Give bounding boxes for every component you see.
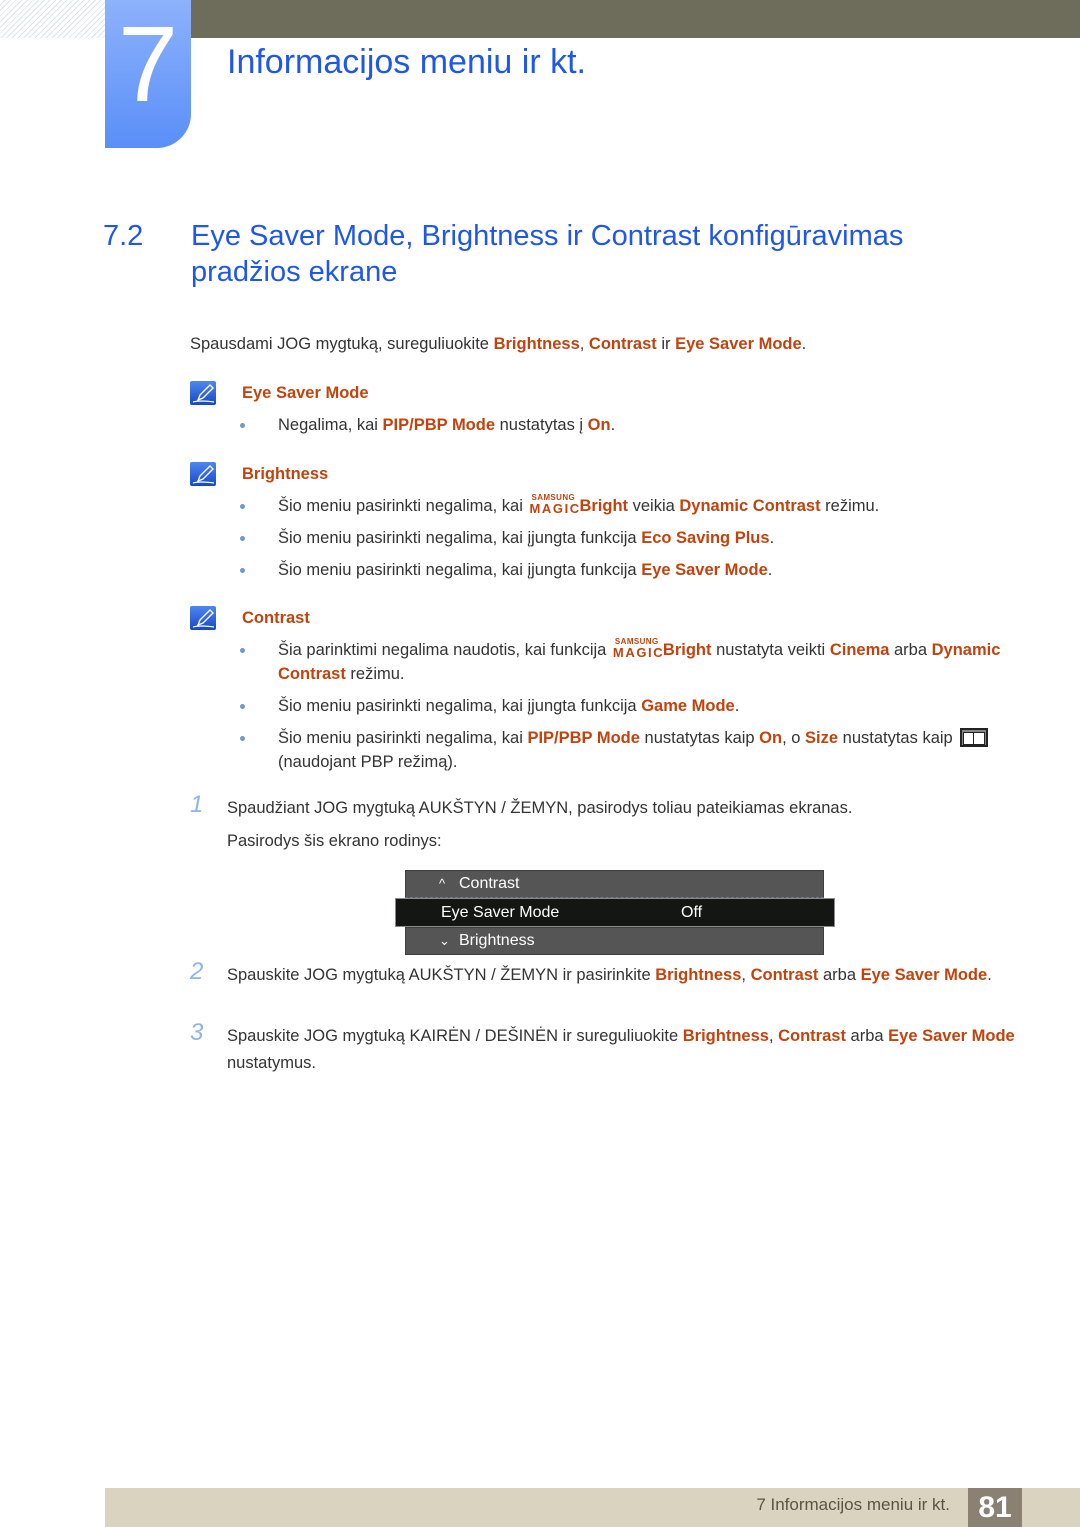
highlight: Contrast: [588, 335, 657, 353]
text: Spauskite JOG mygtuką KAIRĖN / DEŠINĖN i…: [227, 1027, 683, 1045]
text: Šia parinktimi negalima naudotis, kai fu…: [278, 641, 611, 659]
text: nustatyta veikti: [711, 641, 830, 659]
text: Šio meniu pasirinkti negalima, kai įjung…: [278, 697, 642, 715]
highlight: PIP/PBP Mode: [382, 416, 496, 434]
highlight: Contrast: [778, 1027, 846, 1045]
text: ir: [656, 335, 676, 353]
bullet-dot: [240, 568, 245, 573]
osd-item-value: Off: [681, 904, 703, 921]
highlight: Dynamic Contrast: [679, 497, 821, 515]
bullet-dot: [240, 504, 245, 509]
page-number: 81: [968, 1488, 1022, 1527]
osd-item-brightness[interactable]: ⌄ Brightness: [405, 927, 824, 955]
osd-menu: ^ Contrast Eye Saver Mode Off ⌄ Brightne…: [395, 870, 835, 956]
note-pencil-icon: [190, 462, 216, 486]
text: Šio meniu pasirinkti negalima, kai: [278, 729, 528, 747]
intro-paragraph: Spausdami JOG mygtuką, sureguliuokite Br…: [190, 332, 806, 356]
section-title: Eye Saver Mode, Brightness ir Contrast k…: [191, 220, 904, 288]
text: nustatytas kaip: [639, 729, 760, 747]
text: arba: [889, 641, 932, 659]
logo-bottom-text: MAGIC: [612, 645, 665, 660]
header-bar: [190, 0, 1080, 38]
note-title: Eye Saver Mode: [242, 384, 369, 402]
note-title: Brightness: [242, 465, 329, 483]
text: arba: [845, 1027, 889, 1045]
highlight: Eco Saving Plus: [641, 529, 770, 547]
note-pencil-icon: [190, 381, 216, 405]
samsung-magic-logo: SAMSUNG MAGIC: [529, 493, 581, 516]
highlight: Bright: [662, 641, 712, 659]
highlight: Eye Saver Mode: [641, 561, 768, 579]
text: ,: [579, 335, 589, 353]
osd-item-label: Brightness: [459, 932, 535, 949]
chapter-tab: 7: [105, 0, 191, 148]
step-number: 3: [190, 1019, 204, 1046]
pbp-split-icon: [960, 728, 989, 747]
text: režimu.: [345, 665, 405, 683]
bullet-dot: [240, 704, 245, 709]
footer-chapter-label: 7 Informacijos meniu ir kt.: [756, 1495, 950, 1514]
text: (naudojant PBP režimą).: [278, 753, 458, 771]
text: .: [801, 335, 807, 353]
text: .: [987, 966, 992, 984]
highlight: Eye Saver Mode: [675, 335, 802, 353]
text: .: [734, 697, 740, 715]
text: Šio meniu pasirinkti negalima, kai įjung…: [278, 561, 642, 579]
highlight: PIP/PBP Mode: [527, 729, 640, 747]
text: veikia: [628, 497, 680, 515]
osd-item-eye-saver-mode[interactable]: Eye Saver Mode Off: [395, 898, 835, 927]
chapter-title: Informacijos meniu ir kt.: [227, 43, 586, 81]
highlight: Brightness: [493, 335, 580, 353]
note-title: Contrast: [242, 609, 310, 627]
highlight: Brightness: [682, 1027, 769, 1045]
highlight: On: [587, 416, 611, 434]
step-number: 2: [190, 958, 204, 985]
text: .: [767, 561, 773, 579]
text: Šio meniu pasirinkti negalima, kai įjung…: [278, 529, 642, 547]
bullet-dot: [240, 536, 245, 541]
text: Pasirodys šis ekrano rodinys:: [227, 832, 442, 850]
note-pencil-icon: [190, 606, 216, 630]
text: nustatytas į: [495, 416, 588, 434]
highlight: Game Mode: [641, 697, 735, 715]
text: Šio meniu pasirinkti negalima, kai: [278, 497, 528, 515]
highlight: On: [759, 729, 783, 747]
osd-item-contrast[interactable]: ^ Contrast: [405, 870, 824, 898]
samsung-magic-logo: SAMSUNG MAGIC: [612, 637, 665, 660]
highlight: Contrast: [750, 966, 819, 984]
header-hatch-pattern: [0, 0, 105, 38]
text: .: [769, 529, 775, 547]
highlight: Brightness: [655, 966, 742, 984]
text: Negalima, kai: [278, 416, 383, 434]
step-number: 1: [190, 791, 204, 818]
text: , o: [782, 729, 806, 747]
text: Spausdami JOG mygtuką, sureguliuokite: [190, 335, 494, 353]
text: režimu.: [820, 497, 880, 515]
chevron-down-icon: ⌄: [439, 933, 450, 948]
text: arba: [818, 966, 861, 984]
text: ,: [741, 966, 751, 984]
highlight: Bright: [579, 497, 629, 515]
logo-bottom-text: MAGIC: [529, 501, 581, 516]
chevron-up-icon: ^: [439, 876, 446, 891]
text: Spauskite JOG mygtuką AUKŠTYN / ŽEMYN ir…: [227, 966, 656, 984]
text: nustatytas kaip: [838, 729, 958, 747]
text: .: [610, 416, 616, 434]
highlight: Size: [805, 729, 839, 747]
highlight: Eye Saver Mode: [888, 1027, 1015, 1045]
highlight: Eye Saver Mode: [860, 966, 988, 984]
text: nustatymus.: [227, 1054, 316, 1072]
bullet-dot: [240, 736, 245, 741]
section-number: 7.2: [103, 220, 144, 252]
highlight: Cinema: [829, 641, 890, 659]
osd-item-label: Contrast: [459, 875, 520, 892]
text: ,: [768, 1027, 779, 1045]
osd-item-label: Eye Saver Mode: [441, 904, 560, 921]
text: Spaudžiant JOG mygtuką AUKŠTYN / ŽEMYN, …: [227, 799, 853, 817]
bullet-dot: [240, 423, 245, 428]
bullet-dot: [240, 648, 245, 653]
chapter-number: 7: [117, 3, 179, 124]
